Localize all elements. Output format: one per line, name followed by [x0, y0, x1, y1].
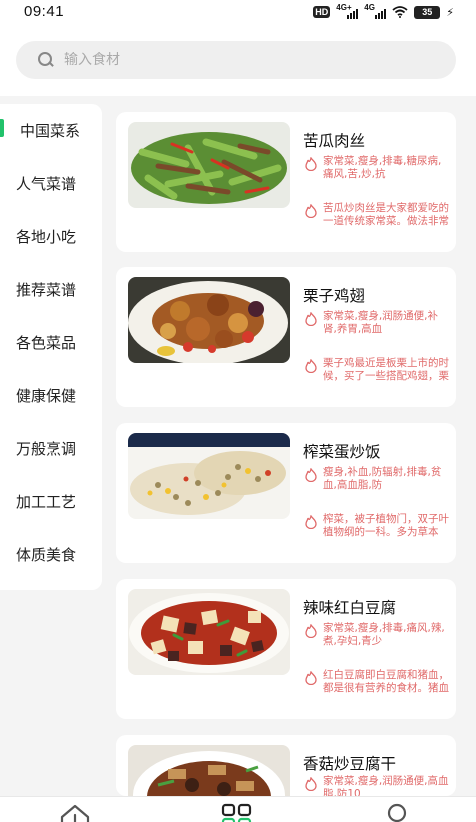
sidebar-item-label: 加工工艺: [16, 493, 77, 511]
recipe-tags-text: 家常菜,瘦身,排毒,痛风,辣,煮,孕妇,青少: [323, 622, 445, 647]
sidebar-item-label: 体质美食: [16, 546, 77, 564]
sidebar-item-label: 人气菜谱: [16, 175, 77, 193]
recipe-title: 榨菜蛋炒饭: [303, 443, 381, 461]
recipe-image: [128, 745, 290, 796]
recipe-tags-text: 家常菜,瘦身,润肠通便,高血脂,防10: [323, 775, 449, 796]
recipe-tags-text: 家常菜,瘦身,排毒,糖尿病,痛风,苦,炒,抗: [323, 155, 442, 180]
flame-icon: [305, 312, 317, 326]
recipe-tags: 家常菜,瘦身,润肠通便,补肾,养胃,高血: [303, 310, 449, 348]
recipe-tags: 家常菜,瘦身,润肠通便,高血脂,防10: [303, 775, 449, 796]
recipe-list: 苦瓜肉丝 家常菜,瘦身,排毒,糖尿病,痛风,苦,炒,抗 苦瓜炒肉丝是大家都爱吃的…: [116, 0, 456, 796]
nav-profile[interactable]: [380, 803, 420, 822]
flame-icon: [305, 515, 317, 529]
sidebar-item-dishes[interactable]: 各色菜品: [0, 316, 102, 369]
recipe-description: 榨菜，被子植物门，双子叶植物纲的一科。多为草本: [303, 513, 449, 551]
recipe-tags: 家常菜,瘦身,排毒,痛风,辣,煮,孕妇,青少: [303, 622, 449, 660]
recipe-card[interactable]: 苦瓜肉丝 家常菜,瘦身,排毒,糖尿病,痛风,苦,炒,抗 苦瓜炒肉丝是大家都爱吃的…: [116, 112, 456, 252]
recipe-title: 辣味红白豆腐: [303, 599, 397, 617]
recipe-description-text: 苦瓜炒肉丝是大家都爱吃的一道传统家常菜。做法非常: [323, 202, 449, 227]
recipe-tags: 瘦身,补血,防辐射,排毒,贫血,高血脂,防: [303, 466, 449, 504]
recipe-card[interactable]: 辣味红白豆腐 家常菜,瘦身,排毒,痛风,辣,煮,孕妇,青少 红白豆腐即白豆腐和猪…: [116, 579, 456, 719]
nav-category[interactable]: [220, 803, 260, 822]
status-time: 09:41: [24, 3, 65, 20]
recipe-image: [128, 589, 290, 675]
sidebar-item-label: 推荐菜谱: [16, 281, 77, 299]
flame-icon: [305, 624, 317, 638]
sidebar-item-local-snacks[interactable]: 各地小吃: [0, 210, 102, 263]
recipe-description-text: 榨菜，被子植物门，双子叶植物纲的一科。多为草本: [323, 513, 449, 538]
recipe-image: [128, 433, 290, 519]
sidebar-item-label: 健康保健: [16, 387, 77, 405]
recipe-description: 红白豆腐即白豆腐和猪血，都是很有营养的食材。猪血: [303, 669, 449, 707]
flame-icon: [305, 468, 317, 482]
recipe-description-text: 红白豆腐即白豆腐和猪血，都是很有营养的食材。猪血: [323, 669, 449, 694]
flame-icon: [305, 359, 317, 373]
recipe-description: 苦瓜炒肉丝是大家都爱吃的一道传统家常菜。做法非常: [303, 202, 449, 240]
recipe-image: [128, 277, 290, 363]
recipe-title: 苦瓜肉丝: [303, 132, 366, 150]
nav-home[interactable]: [58, 803, 98, 822]
search-icon: [38, 52, 54, 68]
sidebar-item-chinese-cuisine[interactable]: 中国菜系: [0, 104, 102, 157]
sidebar-item-label: 各色菜品: [16, 334, 77, 352]
category-sidebar: 中国菜系 人气菜谱 各地小吃 推荐菜谱 各色菜品 健康保健 万般烹调 加工工艺 …: [0, 104, 102, 590]
sidebar-item-popular-recipes[interactable]: 人气菜谱: [0, 157, 102, 210]
sidebar-item-label: 万般烹调: [16, 440, 77, 458]
recipe-image: [128, 122, 290, 208]
sidebar-item-label: 中国菜系: [20, 122, 81, 140]
recipe-tags: 家常菜,瘦身,排毒,糖尿病,痛风,苦,炒,抗: [303, 155, 449, 193]
sidebar-item-processing[interactable]: 加工工艺: [0, 475, 102, 528]
sidebar-item-constitution[interactable]: 体质美食: [0, 528, 102, 581]
home-icon: [60, 804, 90, 822]
sidebar-item-label: 各地小吃: [16, 228, 77, 246]
category-grid-icon: [221, 803, 252, 822]
recipe-tags-text: 瘦身,补血,防辐射,排毒,贫血,高血脂,防: [323, 466, 442, 491]
recipe-card[interactable]: 香菇炒豆腐干 家常菜,瘦身,润肠通便,高血脂,防10: [116, 735, 456, 796]
recipe-title: 栗子鸡翅: [303, 287, 366, 305]
sidebar-item-cooking[interactable]: 万般烹调: [0, 422, 102, 475]
sidebar-item-health[interactable]: 健康保健: [0, 369, 102, 422]
profile-icon: [387, 803, 407, 822]
recipe-card[interactable]: 榨菜蛋炒饭 瘦身,补血,防辐射,排毒,贫血,高血脂,防 榨菜，被子植物门，双子叶…: [116, 423, 456, 563]
recipe-title: 香菇炒豆腐干: [303, 755, 397, 773]
flame-icon: [305, 777, 317, 791]
flame-icon: [305, 204, 317, 218]
recipe-description-text: 栗子鸡最近是板栗上市的时候，买了一些搭配鸡翅，栗: [323, 357, 449, 382]
recipe-tags-text: 家常菜,瘦身,润肠通便,补肾,养胃,高血: [323, 310, 439, 335]
sidebar-item-recommended[interactable]: 推荐菜谱: [0, 263, 102, 316]
flame-icon: [305, 671, 317, 685]
bottom-nav: [0, 796, 476, 822]
recipe-card[interactable]: 栗子鸡翅 家常菜,瘦身,润肠通便,补肾,养胃,高血 栗子鸡最近是板栗上市的时候，…: [116, 267, 456, 407]
flame-icon: [305, 157, 317, 171]
recipe-description: 栗子鸡最近是板栗上市的时候，买了一些搭配鸡翅，栗: [303, 357, 449, 395]
